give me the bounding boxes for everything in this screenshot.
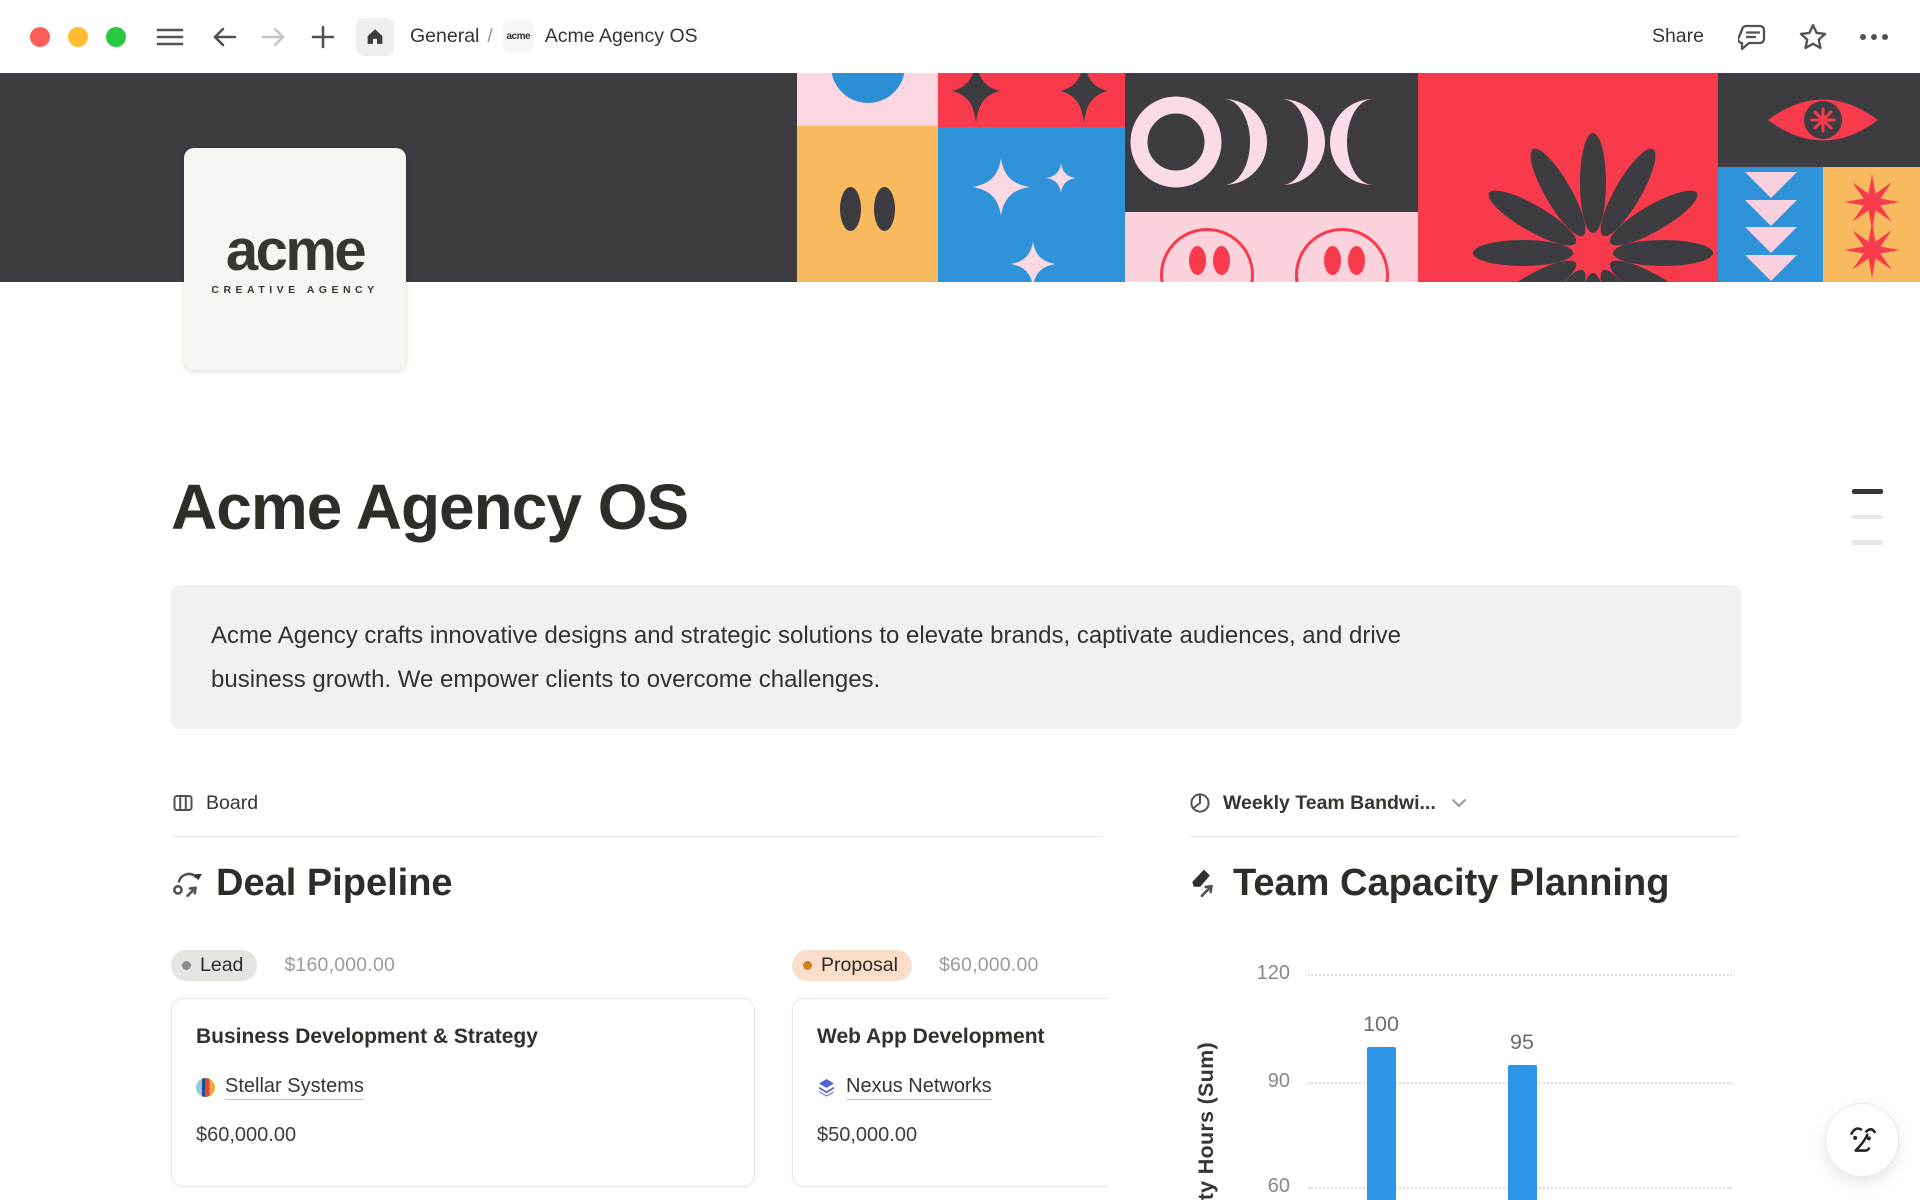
page-icon[interactable]: acme	[503, 21, 534, 52]
y-tick: 60	[1218, 1175, 1290, 1198]
board-group-proposal: Proposal $60,000.00 Web App Development …	[792, 950, 1108, 1187]
description-callout[interactable]: Acme Agency crafts innovative designs an…	[171, 585, 1741, 729]
callout-line: business growth. We empower clients to o…	[211, 658, 1701, 702]
deal-pipeline-section: Board Deal Pipeline	[171, 786, 1108, 1200]
deal-amount: $50,000.00	[817, 1124, 1108, 1147]
breadcrumb-page-title[interactable]: Acme Agency OS	[545, 25, 698, 48]
stellar-systems-icon	[196, 1078, 215, 1097]
cover-tile-triangles	[1718, 167, 1823, 282]
board-groups: Lead $160,000.00 Business Development & …	[171, 950, 1108, 1187]
deal-pipeline-heading[interactable]: Deal Pipeline	[216, 859, 453, 907]
cover-tile-stars	[1823, 167, 1920, 282]
team-capacity-section: Weekly Team Bandwi... Team Capacity Plan…	[1188, 786, 1788, 1200]
sidebar-menu-icon[interactable]	[156, 26, 184, 48]
bar-value-label: 95	[1510, 1030, 1534, 1055]
y-tick: 90	[1218, 1070, 1290, 1093]
tab-weekly-label: Weekly Team Bandwi...	[1223, 792, 1436, 815]
tab-board[interactable]: Board	[171, 786, 1108, 820]
new-tab-icon[interactable]	[310, 24, 336, 50]
status-label: Proposal	[821, 954, 898, 977]
chevron-down-icon	[1451, 798, 1467, 808]
share-button[interactable]: Share	[1652, 25, 1704, 48]
deal-pipeline-heading-row: Deal Pipeline	[171, 859, 1108, 907]
cover-tile-red-smileys	[1125, 212, 1418, 282]
toc-bar[interactable]	[1852, 515, 1883, 520]
capacity-bar[interactable]	[1508, 1065, 1537, 1200]
home-icon[interactable]	[356, 18, 394, 56]
status-dot	[803, 961, 812, 970]
breadcrumb-root[interactable]: General	[410, 25, 479, 48]
close-window-button[interactable]	[30, 27, 50, 47]
y-tick: 120	[1218, 962, 1290, 985]
y-axis-label: ty Hours (Sum)	[1194, 1042, 1219, 1200]
cover-tile-circle	[797, 73, 938, 126]
deal-card[interactable]: Business Development & Strategy Stellar …	[171, 998, 755, 1187]
logo-tagline: CREATIVE AGENCY	[211, 284, 378, 296]
toc-bar[interactable]	[1852, 489, 1883, 494]
page-logo-card[interactable]: acme CREATIVE AGENCY	[184, 148, 406, 370]
window-toolbar: General / acme Acme Agency OS Share	[0, 0, 1920, 73]
status-badge-lead[interactable]: Lead	[171, 950, 257, 981]
status-badge-proposal[interactable]: Proposal	[792, 950, 912, 981]
gridline-120	[1308, 974, 1732, 976]
deal-card-title[interactable]: Web App Development	[817, 1025, 1108, 1049]
comments-icon[interactable]	[1738, 22, 1768, 52]
minimize-window-button[interactable]	[68, 27, 88, 47]
bar-value-label: 100	[1363, 1012, 1399, 1037]
client-link[interactable]: Stellar Systems	[225, 1075, 364, 1100]
linked-database-icon	[171, 867, 203, 899]
board-view-icon	[171, 791, 195, 815]
page-title[interactable]: Acme Agency OS	[171, 470, 688, 544]
cover-tile-smiley-face	[797, 126, 938, 282]
cover-tile-flower	[1418, 73, 1718, 282]
favorite-star-icon[interactable]	[1798, 22, 1828, 52]
linked-chart-icon	[1188, 867, 1220, 899]
tab-weekly-team-bandwidth[interactable]: Weekly Team Bandwi...	[1188, 786, 1788, 820]
toc-bar[interactable]	[1852, 540, 1883, 545]
status-label: Lead	[200, 954, 243, 977]
group-sum[interactable]: $160,000.00	[284, 954, 395, 977]
callout-line: Acme Agency crafts innovative designs an…	[211, 614, 1701, 658]
group-sum[interactable]: $60,000.00	[939, 954, 1039, 977]
cover-tile-oddc-shapes	[1125, 73, 1418, 212]
app-window: General / acme Acme Agency OS Share	[0, 0, 1920, 1200]
status-dot	[182, 961, 191, 970]
tab-board-label: Board	[206, 792, 258, 815]
section-divider	[1188, 836, 1741, 837]
deal-card[interactable]: Web App Development Nexus Networks $50,0…	[792, 998, 1108, 1187]
cover-tile-eye	[1718, 73, 1920, 167]
back-arrow-icon[interactable]	[210, 24, 238, 50]
cover-tile-dark-sparkles	[938, 73, 1125, 127]
client-link[interactable]: Nexus Networks	[846, 1075, 992, 1100]
breadcrumb-separator: /	[487, 25, 492, 48]
section-divider	[171, 836, 1103, 837]
zoom-window-button[interactable]	[106, 27, 126, 47]
more-options-icon[interactable]	[1858, 32, 1890, 42]
deal-card-title[interactable]: Business Development & Strategy	[196, 1025, 730, 1049]
ai-face-icon	[1843, 1121, 1881, 1159]
nexus-networks-icon	[817, 1078, 836, 1097]
team-capacity-heading[interactable]: Team Capacity Planning	[1233, 859, 1669, 907]
logo-brand-text: acme	[226, 222, 364, 280]
notion-ai-button[interactable]	[1825, 1103, 1899, 1177]
board-group-lead: Lead $160,000.00 Business Development & …	[171, 950, 755, 1187]
capacity-bar-chart[interactable]: ty Hours (Sum) 120 90 60 100 95	[1188, 940, 1788, 1200]
forward-arrow-icon[interactable]	[260, 24, 288, 50]
deal-amount: $60,000.00	[196, 1124, 730, 1147]
team-capacity-heading-row: Team Capacity Planning	[1188, 859, 1788, 907]
pie-chart-icon	[1188, 791, 1212, 815]
capacity-bar[interactable]	[1367, 1047, 1396, 1200]
table-of-contents-indicator[interactable]	[1852, 489, 1883, 566]
cover-tile-pink-sparkles	[938, 127, 1125, 282]
